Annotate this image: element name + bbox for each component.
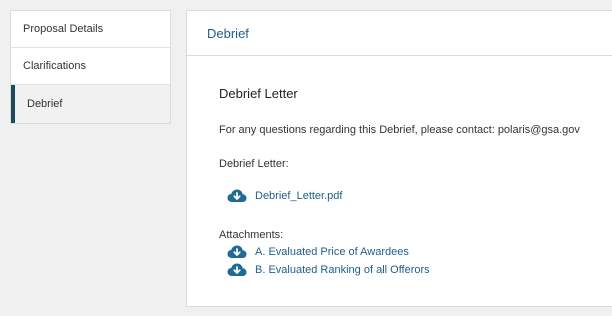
debrief-panel: Debrief Debrief Letter For any questions… (186, 10, 612, 307)
sidebar-item-label: Proposal Details (23, 23, 104, 35)
sidebar-item-label: Debrief (27, 98, 63, 110)
section-title: Debrief Letter (219, 86, 298, 101)
sidebar-item-debrief[interactable]: Debrief (11, 85, 170, 123)
contact-text: For any questions regarding this Debrief… (219, 124, 580, 136)
debrief-letter-label: Debrief Letter: (219, 158, 289, 170)
panel-header: Debrief (187, 11, 612, 56)
file-link-text: A. Evaluated Price of Awardees (255, 246, 409, 258)
panel-title: Debrief (207, 25, 249, 41)
cloud-download-icon (227, 263, 247, 277)
sidebar-item-label: Clarifications (23, 60, 86, 72)
cloud-download-icon (227, 189, 247, 203)
attachments-label: Attachments: (219, 229, 284, 241)
sidebar-item-proposal-details[interactable]: Proposal Details (11, 11, 170, 48)
cloud-download-icon (227, 245, 247, 259)
sidebar-item-clarifications[interactable]: Clarifications (11, 48, 170, 85)
sidebar-nav: Proposal Details Clarifications Debrief (10, 10, 171, 124)
debrief-letter-link[interactable]: Debrief_Letter.pdf (227, 189, 342, 203)
file-link-text: Debrief_Letter.pdf (255, 190, 343, 202)
file-link-text: B. Evaluated Ranking of all Offerors (255, 264, 430, 276)
attachment-link-b[interactable]: B. Evaluated Ranking of all Offerors (227, 263, 430, 277)
attachment-link-a[interactable]: A. Evaluated Price of Awardees (227, 245, 409, 259)
